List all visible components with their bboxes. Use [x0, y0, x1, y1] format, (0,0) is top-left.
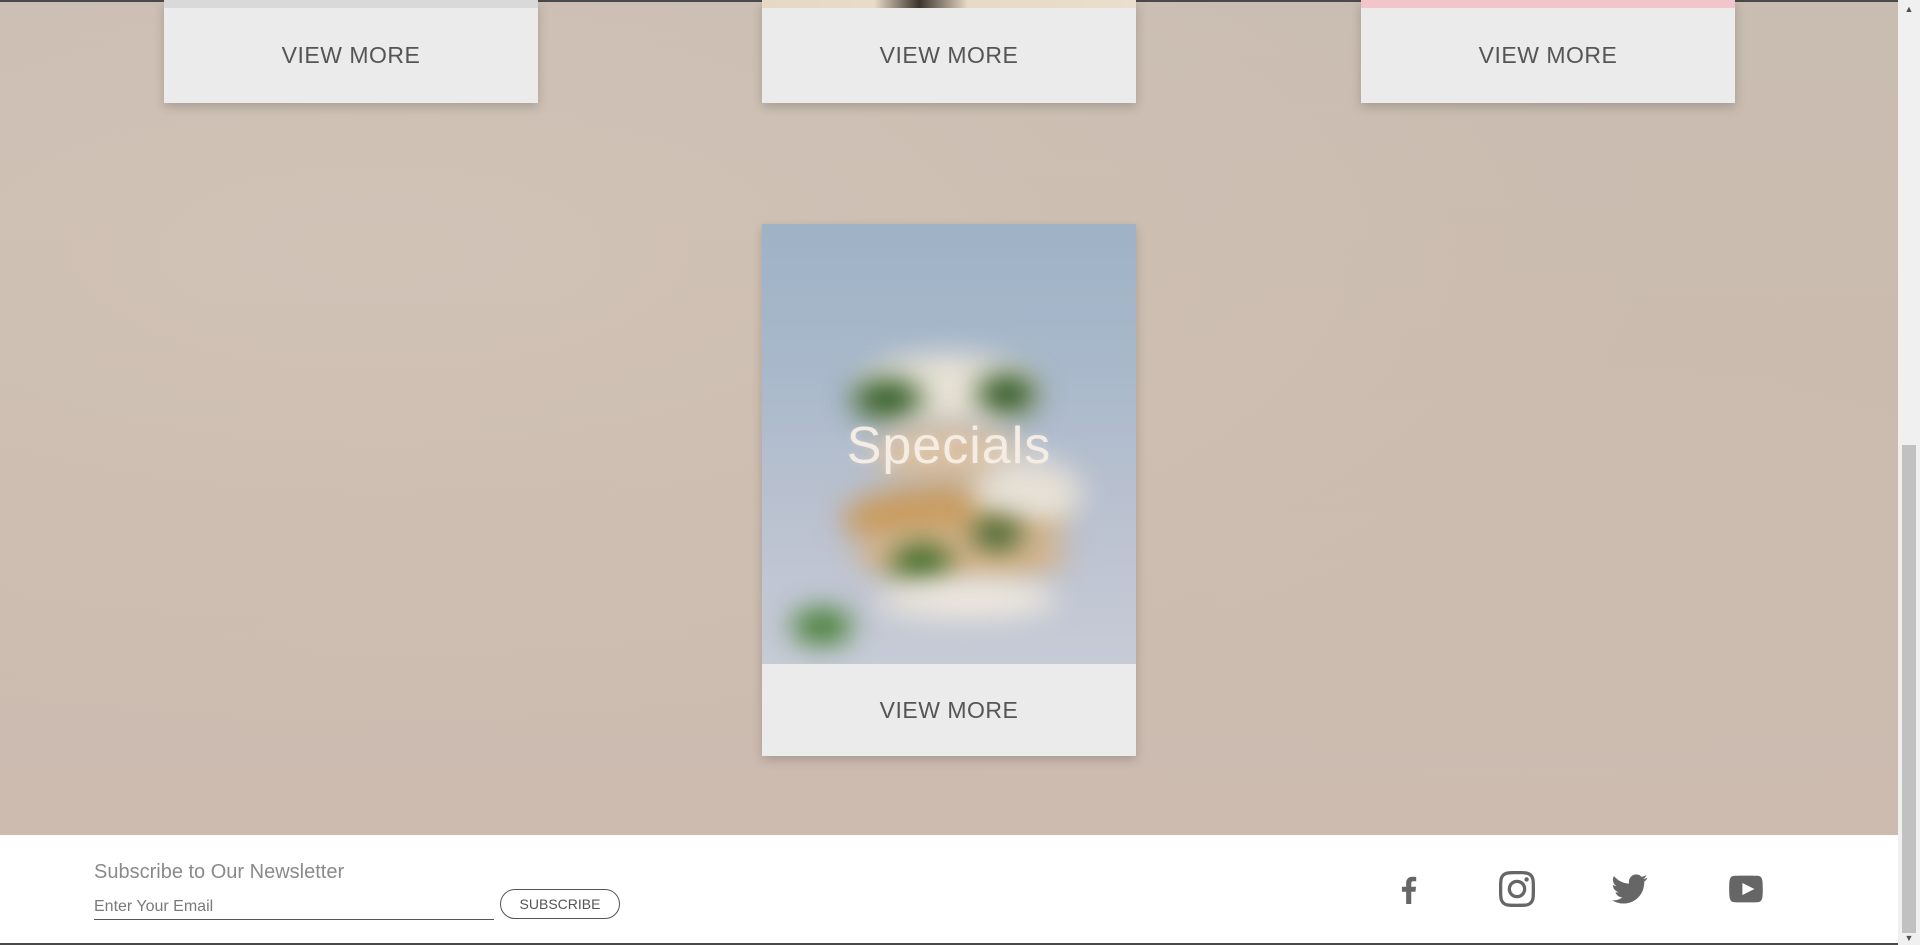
card-image-edge: [164, 0, 538, 8]
menu-card-2: VIEW MORE: [762, 0, 1136, 103]
scroll-up-arrow-icon[interactable]: ▲: [1898, 2, 1920, 16]
twitter-icon[interactable]: [1612, 871, 1648, 907]
email-field[interactable]: [94, 895, 494, 920]
scrollbar[interactable]: ▲ ▼: [1898, 0, 1920, 945]
card-image-edge: [762, 0, 1136, 8]
scrollbar-thumb[interactable]: [1902, 445, 1916, 933]
specials-title: Specials: [846, 417, 1052, 475]
instagram-icon[interactable]: [1499, 871, 1535, 907]
facebook-icon[interactable]: [1391, 871, 1427, 907]
scroll-down-arrow-icon[interactable]: ▼: [1898, 931, 1920, 945]
menu-card-3: VIEW MORE: [1361, 0, 1735, 103]
view-more-button[interactable]: VIEW MORE: [762, 8, 1136, 103]
specials-image[interactable]: Specials: [762, 224, 1136, 664]
footer: Subscribe to Our Newsletter SUBSCRIBE: [0, 835, 1898, 945]
menu-card-1: VIEW MORE: [164, 0, 538, 103]
view-more-button[interactable]: VIEW MORE: [1361, 8, 1735, 103]
subscribe-button[interactable]: SUBSCRIBE: [500, 889, 620, 919]
view-more-button[interactable]: VIEW MORE: [164, 8, 538, 103]
youtube-icon[interactable]: [1728, 871, 1764, 907]
specials-card: Specials VIEW MORE: [762, 224, 1136, 756]
card-image-edge: [1361, 0, 1735, 8]
newsletter-title: Subscribe to Our Newsletter: [94, 861, 345, 883]
view-more-button[interactable]: VIEW MORE: [762, 664, 1136, 756]
